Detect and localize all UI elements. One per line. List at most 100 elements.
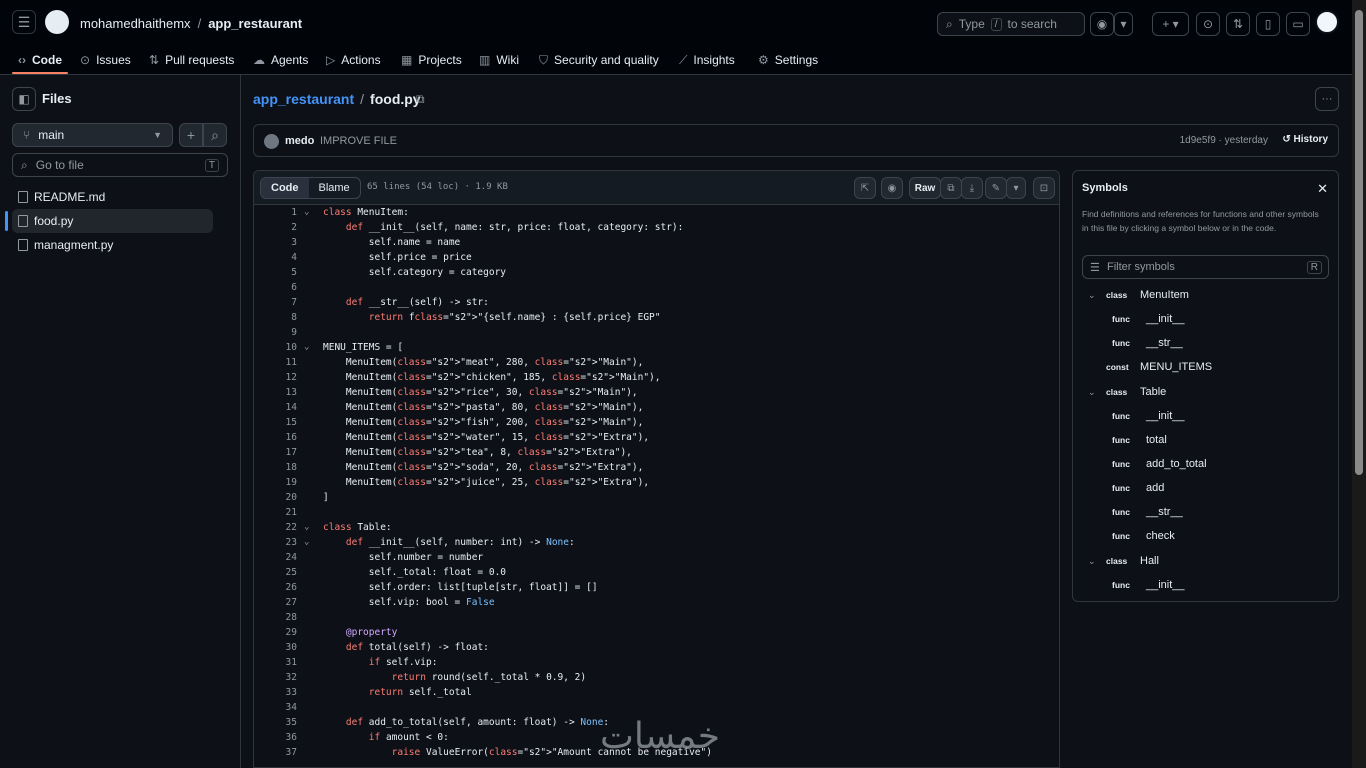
code-view-button[interactable]: Code (261, 178, 309, 198)
line-number[interactable]: 26 (254, 580, 297, 595)
line-number[interactable]: 19 (254, 475, 297, 490)
line-number[interactable]: 16 (254, 430, 297, 445)
raw-button[interactable]: Raw (909, 177, 941, 199)
symbol-item[interactable]: const MENU_ITEMS (1106, 357, 1212, 377)
symbol-item[interactable]: func total (1112, 430, 1167, 450)
line-number[interactable]: 10 (254, 340, 297, 355)
symbol-item[interactable]: func __str__ (1112, 333, 1183, 353)
pull-requests-icon[interactable]: ⇅ (1226, 12, 1250, 36)
copilot-icon[interactable]: ◉ (881, 177, 903, 199)
symbol-item[interactable]: ⌄ class Table (1088, 382, 1166, 402)
line-number[interactable]: 29 (254, 625, 297, 640)
tab-pull-requests[interactable]: ⇅ Pull requests (149, 48, 234, 72)
line-number[interactable]: 15 (254, 415, 297, 430)
line-number[interactable]: 24 (254, 550, 297, 565)
file-item-food[interactable]: food.py (12, 209, 213, 233)
line-number[interactable]: 3 (254, 235, 297, 250)
line-number[interactable]: 13 (254, 385, 297, 400)
blame-view-button[interactable]: Blame (309, 178, 360, 198)
fold-chevron-icon[interactable]: ⌄ (304, 520, 309, 535)
line-number[interactable]: 12 (254, 370, 297, 385)
search-input[interactable]: ⌕ Type / to search (937, 12, 1085, 36)
line-number[interactable]: 27 (254, 595, 297, 610)
history-button[interactable]: ↺ History (1282, 134, 1328, 145)
copilot-icon[interactable]: ◉ (1090, 12, 1114, 36)
chevron-down-icon[interactable]: ⌄ (1088, 556, 1096, 567)
move-file-icon[interactable]: ⇱ (854, 177, 876, 199)
line-number[interactable]: 23 (254, 535, 297, 550)
line-number[interactable]: 22 (254, 520, 297, 535)
commit-author[interactable]: medo (285, 135, 314, 147)
menu-icon[interactable]: ☰ (12, 10, 36, 34)
repo-link[interactable]: app_restaurant (208, 16, 302, 31)
symbol-item[interactable]: func __init__ (1112, 575, 1185, 595)
commit-message[interactable]: IMPROVE FILE (320, 135, 397, 147)
copy-path-icon[interactable]: ⧉ (416, 92, 425, 107)
tab-wiki[interactable]: ▥ Wiki (479, 48, 519, 72)
line-number[interactable]: 1 (254, 205, 297, 220)
tab-security[interactable]: ⛉ Security and quality (539, 48, 659, 72)
line-number[interactable]: 30 (254, 640, 297, 655)
branch-selector[interactable]: ⑂ main ▼ (12, 123, 173, 147)
repositories-icon[interactable]: ▯ (1256, 12, 1280, 36)
copy-icon[interactable]: ⧉ (940, 177, 962, 199)
tab-code[interactable]: ‹› Code (18, 48, 62, 72)
symbol-item[interactable]: func __init__ (1112, 309, 1185, 329)
line-number[interactable]: 14 (254, 400, 297, 415)
line-number[interactable]: 4 (254, 250, 297, 265)
chevron-down-icon[interactable]: ⌄ (1088, 290, 1096, 301)
download-icon[interactable]: ⤓ (961, 177, 983, 199)
symbol-item[interactable]: ⌄ class Hall (1088, 551, 1159, 571)
line-number[interactable]: 35 (254, 715, 297, 730)
symbols-panel-icon[interactable]: ⊡ (1033, 177, 1055, 199)
symbol-item[interactable]: func add (1112, 478, 1164, 498)
line-number[interactable]: 6 (254, 280, 297, 295)
search-files-icon[interactable]: ⌕ (203, 123, 227, 147)
more-options-icon[interactable]: ··· (1315, 87, 1339, 111)
line-number[interactable]: 32 (254, 670, 297, 685)
line-number[interactable]: 21 (254, 505, 297, 520)
line-number[interactable]: 34 (254, 700, 297, 715)
avatar[interactable] (1315, 10, 1339, 34)
scrollbar-thumb[interactable] (1355, 10, 1363, 475)
issues-icon[interactable]: ⊙ (1196, 12, 1220, 36)
line-number[interactable]: 28 (254, 610, 297, 625)
repo-root-link[interactable]: app_restaurant (253, 91, 354, 107)
line-number[interactable]: 20 (254, 490, 297, 505)
line-number[interactable]: 36 (254, 730, 297, 745)
sidebar-collapse-icon[interactable]: ◧ (12, 87, 36, 111)
line-number[interactable]: 18 (254, 460, 297, 475)
add-file-icon[interactable]: + (179, 123, 203, 147)
file-item-readme[interactable]: README.md (12, 185, 213, 209)
fold-chevron-icon[interactable]: ⌄ (304, 205, 309, 220)
line-number[interactable]: 9 (254, 325, 297, 340)
tab-insights[interactable]: ⟋ Insights (679, 48, 735, 72)
tab-actions[interactable]: ▷ Actions (326, 48, 381, 72)
owner-link[interactable]: mohamedhaithemx (80, 16, 191, 31)
line-number[interactable]: 37 (254, 745, 297, 760)
scrollbar[interactable] (1352, 0, 1366, 768)
symbol-item[interactable]: func __str__ (1112, 502, 1183, 522)
line-number[interactable]: 7 (254, 295, 297, 310)
symbol-item[interactable]: func check (1112, 526, 1175, 546)
line-number[interactable]: 31 (254, 655, 297, 670)
line-number[interactable]: 8 (254, 310, 297, 325)
line-number[interactable]: 17 (254, 445, 297, 460)
edit-icon[interactable]: ✎ (985, 177, 1007, 199)
chevron-down-icon[interactable]: ▾ (1006, 177, 1026, 199)
line-number[interactable]: 2 (254, 220, 297, 235)
line-number[interactable]: 25 (254, 565, 297, 580)
go-to-file-input[interactable]: ⌕ Go to file T (12, 153, 228, 177)
line-number[interactable]: 11 (254, 355, 297, 370)
inbox-icon[interactable]: ▭ (1286, 12, 1310, 36)
tab-projects[interactable]: ▦ Projects (401, 48, 462, 72)
create-new-icon[interactable]: + ▾ (1152, 12, 1189, 36)
line-number[interactable]: 33 (254, 685, 297, 700)
tab-agents[interactable]: ☁ Agents (253, 48, 308, 72)
file-item-managment[interactable]: managment.py (12, 233, 213, 257)
github-logo-icon[interactable] (45, 10, 69, 34)
symbol-item[interactable]: func __init__ (1112, 406, 1185, 426)
fold-chevron-icon[interactable]: ⌄ (304, 535, 309, 550)
symbol-item[interactable]: ⌄ class MenuItem (1088, 285, 1189, 305)
filter-symbols-input[interactable]: ☰ Filter symbols R (1082, 255, 1329, 279)
